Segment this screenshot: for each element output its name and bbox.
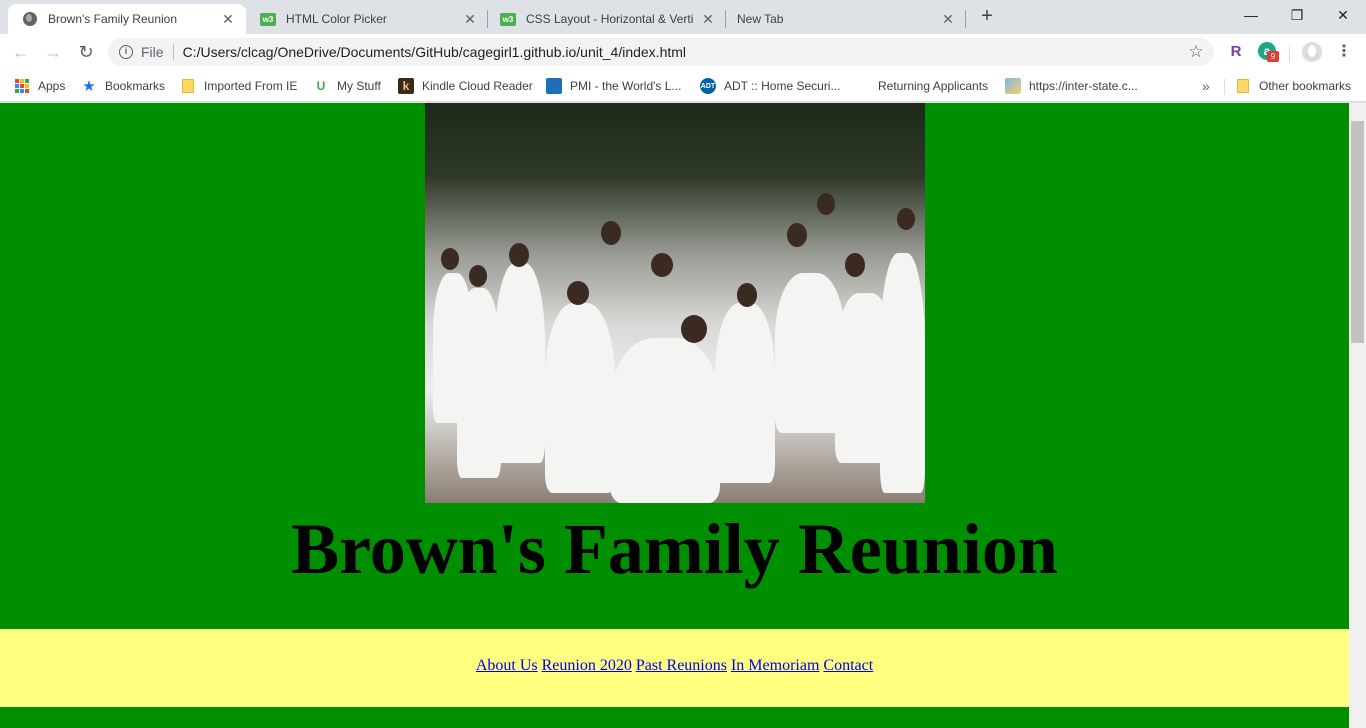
folder-icon xyxy=(1235,78,1251,94)
bookmark-label: PMI - the World's L... xyxy=(570,79,682,93)
kindle-icon: k xyxy=(398,78,414,94)
close-icon[interactable]: ✕ xyxy=(220,11,236,27)
info-icon[interactable]: i xyxy=(119,45,133,59)
bookmark-bookmarks[interactable]: ★ Bookmarks xyxy=(81,75,165,97)
tab-separator xyxy=(965,10,966,28)
grammarly-extension-icon[interactable]: a 9 xyxy=(1258,42,1279,62)
new-tab-button[interactable]: + xyxy=(976,6,998,28)
bookmark-my-stuff[interactable]: U My Stuff xyxy=(313,75,381,97)
bookmark-star-icon[interactable]: ☆ xyxy=(1186,42,1206,62)
bookmark-label: Returning Applicants xyxy=(878,79,989,93)
bookmarks-bar: Apps ★ Bookmarks Imported From IE U My S… xyxy=(0,70,1366,102)
reload-icon[interactable]: ↻ xyxy=(74,40,98,64)
site-nav: About Us Reunion 2020 Past Reunions In M… xyxy=(0,629,1349,707)
bookmarks-divider xyxy=(1224,79,1225,95)
nav-link-contact[interactable]: Contact xyxy=(823,657,873,674)
family-photo xyxy=(425,103,925,503)
adt-icon: ADT xyxy=(700,78,716,94)
vertical-scrollbar[interactable] xyxy=(1349,103,1366,728)
bookmark-other-bookmarks[interactable]: Other bookmarks xyxy=(1235,75,1351,97)
tab-title: New Tab xyxy=(737,12,784,26)
close-icon[interactable]: ✕ xyxy=(462,11,478,27)
bookmark-label: Apps xyxy=(38,79,66,93)
bookmark-label: https://inter-state.c... xyxy=(1029,79,1138,93)
tab-title: CSS Layout - Horizontal & Vertic xyxy=(526,12,694,26)
restore-icon[interactable]: ❐ xyxy=(1274,4,1320,28)
r-extension-icon[interactable]: R xyxy=(1226,42,1246,62)
scrollbar-thumb[interactable] xyxy=(1351,121,1364,343)
bookmark-apps[interactable]: Apps xyxy=(14,75,65,97)
bookmark-label: Other bookmarks xyxy=(1259,79,1352,93)
back-arrow-icon[interactable]: ← xyxy=(9,40,33,64)
bookmark-imported-from-ie[interactable]: Imported From IE xyxy=(180,75,297,97)
bookmark-returning-applicants[interactable]: Returning Applicants xyxy=(878,75,988,97)
bookmark-label: Bookmarks xyxy=(105,79,166,93)
window-close-icon[interactable]: ✕ xyxy=(1320,4,1366,28)
w3schools-icon: w3 xyxy=(260,11,276,27)
address-url[interactable]: C:/Users/clcag/OneDrive/Documents/GitHub… xyxy=(183,44,1186,60)
tab-css-layout[interactable]: w3 CSS Layout - Horizontal & Vertic ✕ xyxy=(486,4,726,34)
u-logo-icon: U xyxy=(316,79,326,93)
profile-avatar[interactable] xyxy=(1302,42,1322,62)
forward-arrow-icon[interactable]: → xyxy=(41,40,65,64)
kebab-menu-icon[interactable]: ⋮ xyxy=(1334,42,1354,62)
tab-title: HTML Color Picker xyxy=(286,12,387,26)
bookmark-kindle-cloud-reader[interactable]: k Kindle Cloud Reader xyxy=(398,75,533,97)
folder-icon xyxy=(180,78,196,94)
bookmark-label: ADT :: Home Securi... xyxy=(724,79,841,93)
close-icon[interactable]: ✕ xyxy=(940,11,956,27)
tab-browns-family-reunion[interactable]: Brown's Family Reunion ✕ xyxy=(8,4,246,34)
extension-badge: 9 xyxy=(1267,51,1279,62)
tab-strip: Brown's Family Reunion ✕ w3 HTML Color P… xyxy=(0,0,1366,34)
tab-html-color-picker[interactable]: w3 HTML Color Picker ✕ xyxy=(246,4,488,34)
nav-link-about-us[interactable]: About Us xyxy=(476,657,538,674)
address-scheme: File xyxy=(141,44,164,60)
bookmark-label: My Stuff xyxy=(337,79,381,93)
tab-new-tab[interactable]: New Tab ✕ xyxy=(724,4,966,34)
page-viewport: Brown's Family Reunion About Us Reunion … xyxy=(0,103,1349,728)
bookmark-label: Kindle Cloud Reader xyxy=(422,79,533,93)
tab-title: Brown's Family Reunion xyxy=(48,12,178,26)
bookmark-inter-state[interactable]: https://inter-state.c... xyxy=(1005,75,1138,97)
image-icon xyxy=(1005,78,1021,94)
apps-grid-icon xyxy=(14,78,30,94)
pmi-icon xyxy=(546,78,562,94)
bookmarks-overflow-chevron-icon[interactable]: » xyxy=(1202,78,1210,94)
star-icon: ★ xyxy=(82,78,96,95)
bookmark-adt[interactable]: ADT ADT :: Home Securi... xyxy=(700,75,840,97)
browser-toolbar: ← → ↻ i File C:/Users/clcag/OneDrive/Doc… xyxy=(0,34,1366,70)
minimize-icon[interactable]: — xyxy=(1228,4,1274,28)
nav-link-reunion-2020[interactable]: Reunion 2020 xyxy=(542,657,632,674)
page-title: Brown's Family Reunion xyxy=(291,509,1058,589)
nav-link-past-reunions[interactable]: Past Reunions xyxy=(636,657,727,674)
bookmark-label: Imported From IE xyxy=(204,79,298,93)
w3schools-icon: w3 xyxy=(500,11,516,27)
nav-link-in-memoriam[interactable]: In Memoriam xyxy=(731,657,819,674)
toolbar-divider xyxy=(1289,46,1290,62)
globe-icon xyxy=(22,11,38,27)
close-icon[interactable]: ✕ xyxy=(700,11,716,27)
bookmark-pmi[interactable]: PMI - the World's L... xyxy=(546,75,681,97)
address-divider xyxy=(172,44,174,60)
address-bar[interactable]: i File C:/Users/clcag/OneDrive/Documents… xyxy=(108,38,1214,66)
